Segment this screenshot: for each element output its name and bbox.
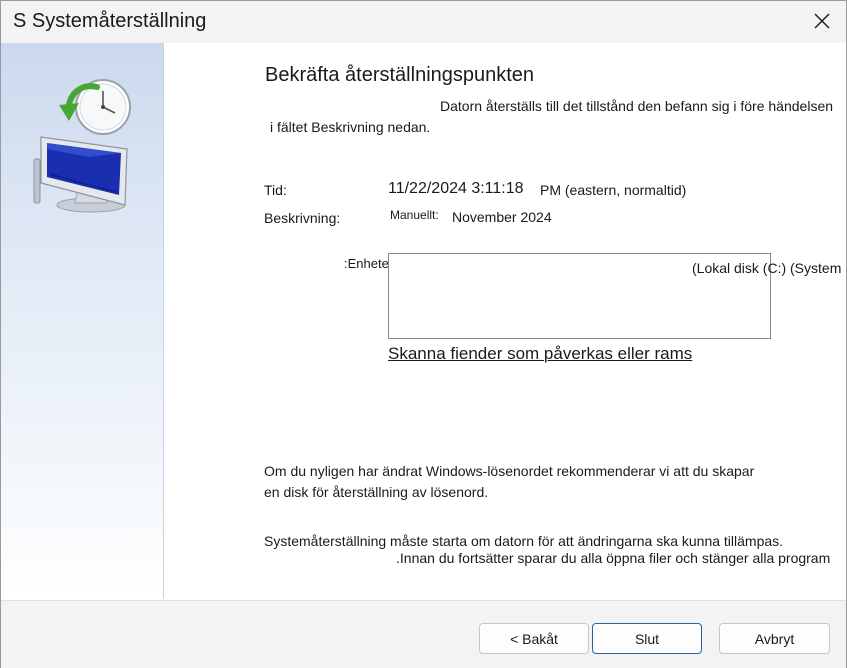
drives-value: (Lokal disk (C:) (System [692, 260, 842, 276]
finish-button[interactable]: Slut [592, 623, 702, 654]
system-restore-icon [33, 79, 131, 213]
page-title: Bekräfta återställningspunkten [265, 64, 535, 86]
cancel-button[interactable]: Avbryt [719, 623, 830, 654]
password-text-line2: en disk för återställning av lösenord. [264, 484, 489, 500]
scan-affected-programs-link[interactable]: Skanna fiender som påverkas eller rams [388, 344, 692, 364]
button-bar: < Bakåt Slut Avbryt [1, 600, 846, 668]
back-button[interactable]: < Bakåt [479, 623, 589, 654]
wizard-sidebar [1, 43, 164, 599]
window-title: S Systemåterställning [13, 10, 207, 32]
restart-text-line1: Systemåterställning måste starta om dato… [264, 533, 784, 549]
wizard-content: Bekräfta återställningspunkten Datorn åt… [164, 43, 846, 599]
time-value: 11/22/2024 3:11:18 [388, 180, 524, 197]
intro-text-line2: i fältet Beskrivning nedan. [270, 119, 431, 135]
restart-text-line2: .Innan du fortsätter sparar du alla öppn… [396, 550, 831, 566]
intro-text-line1: Datorn återställs till det tillstånd den… [440, 98, 834, 114]
description-prefix: Manuellt: [390, 208, 439, 222]
description-label: Beskrivning: [264, 210, 341, 226]
close-button[interactable] [804, 4, 840, 38]
close-icon [814, 13, 830, 29]
time-label: Tid: [264, 182, 287, 198]
drives-label: :Enheter [344, 256, 394, 271]
time-suffix: PM (eastern, normaltid) [540, 182, 687, 198]
description-value: November 2024 [452, 209, 552, 225]
password-text-line1: Om du nyligen har ändrat Windows-lösenor… [264, 463, 755, 479]
system-restore-window: S Systemåterställning Bekräfta återställ… [0, 0, 847, 668]
title-bar: S Systemåterställning [1, 1, 846, 43]
